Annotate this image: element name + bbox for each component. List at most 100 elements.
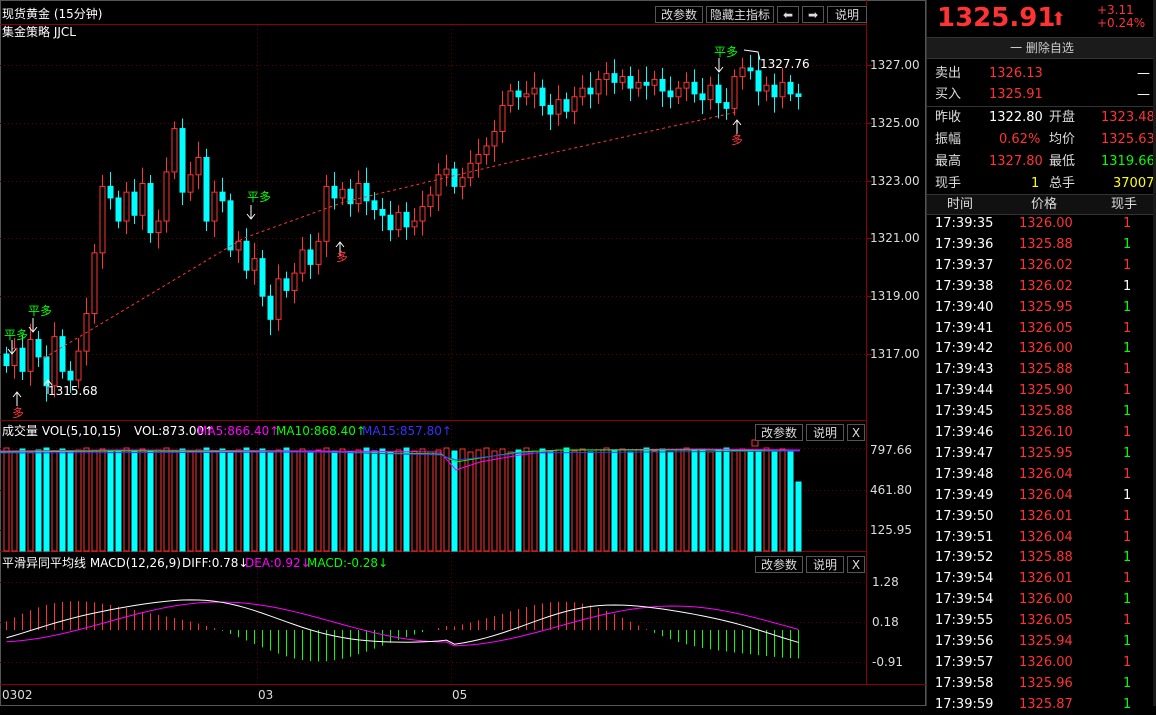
candle (307, 249, 314, 265)
volume-bar (59, 448, 66, 552)
high-low-row: 最高 1327.80 最低 1319.66 (927, 151, 1156, 173)
volume-bar (347, 451, 354, 552)
tick-time: 17:39:45 (935, 404, 994, 420)
candle (315, 240, 322, 265)
volume-bar (115, 449, 122, 552)
volume-bar (643, 447, 650, 552)
candle (331, 185, 338, 199)
candle (499, 104, 506, 132)
volume-bar (403, 447, 410, 552)
candle (563, 99, 570, 112)
volume-bar (499, 448, 506, 552)
tick-row: 17:39:45 1325.88 1 (927, 402, 1156, 422)
volume-bar (739, 448, 746, 552)
volume-bar (187, 451, 194, 552)
volume-help-button[interactable]: 说明 (806, 424, 844, 441)
candle (323, 185, 330, 242)
help-button[interactable]: 说明 (827, 6, 867, 23)
volume-bar (3, 447, 10, 552)
tick-row: 17:39:40 1325.95 1 (927, 298, 1156, 318)
tick-time: 17:39:37 (935, 257, 994, 273)
macd-help-button[interactable]: 说明 (806, 556, 844, 573)
volume-bar (411, 450, 418, 552)
delete-watchlist-button[interactable]: 一 删除自选 (927, 37, 1156, 59)
tick-time: 17:39:55 (935, 613, 994, 629)
volume-close-button[interactable]: X (847, 424, 865, 441)
tick-price: 1325.90 (1019, 383, 1073, 399)
time-tick: 05 (452, 688, 468, 702)
tick-volume: 1 (1123, 654, 1132, 670)
tick-volume: 1 (1123, 445, 1132, 461)
tick-row: 17:39:52 1325.88 1 (927, 548, 1156, 568)
sell-price: 1326.13 (989, 66, 1043, 81)
macd-params-button[interactable]: 改参数 (755, 556, 803, 573)
volume-bar (203, 447, 210, 552)
candle (243, 240, 250, 271)
tick-price: 1325.88 (1019, 404, 1073, 420)
tick-volume: 1 (1123, 320, 1132, 336)
macd-value: MACD:-0.28↓ (307, 556, 389, 570)
tick-price: 1326.04 (1019, 529, 1073, 545)
volume-ma10: MA10:868.40↑ (276, 424, 366, 438)
candle (275, 278, 282, 320)
tick-row: 17:39:49 1326.04 1 (927, 486, 1156, 506)
buy-volume: — (1137, 87, 1150, 102)
buy-label: 买入 (935, 87, 962, 102)
candle (483, 145, 490, 156)
candle (339, 188, 346, 199)
header-price: 价格 (1031, 197, 1058, 212)
candle (211, 191, 218, 222)
volume-bar (587, 451, 594, 552)
volume-bar (619, 448, 626, 552)
volume-bar (595, 449, 602, 552)
volume-bar (283, 447, 290, 552)
volume-bar (515, 449, 522, 552)
price-tick: 1317.00 (870, 347, 920, 361)
volume-bar (651, 450, 658, 552)
volume-bar (171, 450, 178, 552)
tick-volume: 1 (1123, 571, 1132, 587)
volume-tick: 797.66 (870, 443, 912, 457)
volume-bar (435, 449, 442, 552)
tick-volume: 1 (1123, 236, 1132, 252)
tick-price: 1325.88 (1019, 550, 1073, 566)
tick-volume: 1 (1123, 487, 1132, 503)
tick-row: 17:39:50 1326.01 1 (927, 507, 1156, 527)
candle (67, 370, 74, 381)
tick-price: 1325.95 (1019, 299, 1073, 315)
last-price: 1325.91 (937, 3, 1056, 33)
candle (203, 156, 210, 222)
tick-volume: 1 (1123, 634, 1132, 649)
tick-volume: 1 (1123, 466, 1132, 482)
macd-dea: DEA:0.92↓ (245, 556, 311, 570)
amplitude-row: 振幅 0.62% 均价 1325.63 (927, 129, 1156, 151)
amplitude-value: 0.62% (999, 132, 1041, 147)
candle (259, 258, 266, 297)
params-button[interactable]: 改参数 (655, 6, 703, 23)
hide-indicator-button[interactable]: 隐藏主指标 (706, 6, 774, 23)
candle (251, 258, 258, 271)
price-tick: 1323.00 (870, 174, 920, 188)
tick-time: 17:39:56 (935, 634, 994, 649)
tick-price: 1325.95 (1019, 445, 1073, 461)
prev-arrow-button[interactable]: ⬅ (777, 6, 799, 23)
next-arrow-button[interactable]: ➡ (802, 6, 824, 23)
volume-bar (427, 451, 434, 552)
volume-bar (19, 448, 26, 552)
tick-row: 17:39:58 1325.96 1 (927, 674, 1156, 694)
chart-canvas[interactable] (0, 0, 926, 706)
volume-params-button[interactable]: 改参数 (755, 424, 803, 441)
candle (747, 67, 754, 72)
volume-bar (707, 451, 714, 552)
volume-bar (251, 450, 258, 552)
high-marker (743, 49, 761, 61)
macd-close-button[interactable]: X (847, 556, 865, 573)
candle (27, 339, 34, 372)
volume-bar (555, 449, 562, 552)
tick-volume: 1 (1123, 696, 1132, 712)
candle (467, 162, 474, 179)
tick-volume: 1 (1123, 404, 1132, 420)
volume-bar (699, 448, 706, 552)
volume-bar (395, 449, 402, 552)
volume-bar (67, 451, 74, 552)
